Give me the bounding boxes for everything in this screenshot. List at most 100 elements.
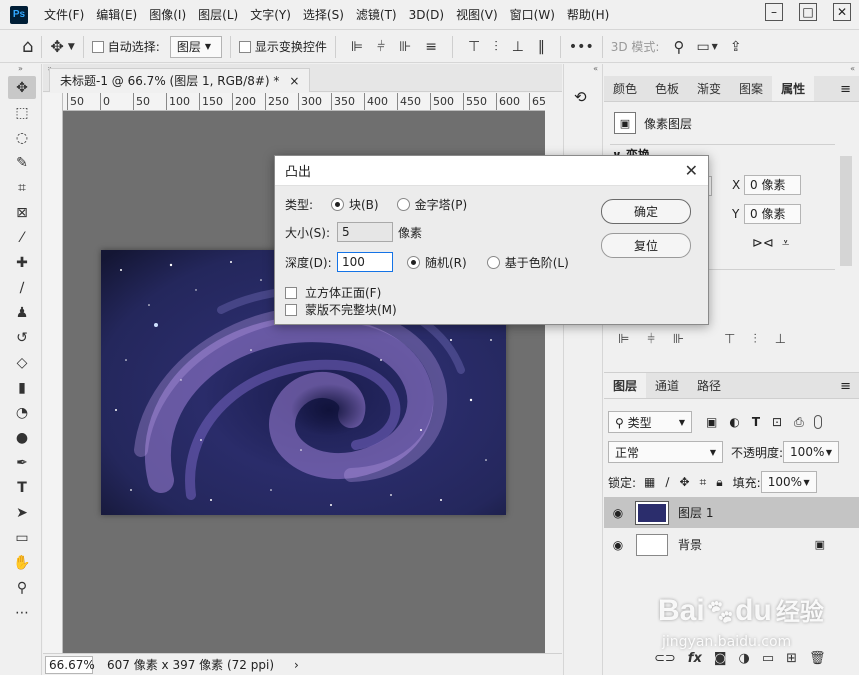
zoom-tool-icon[interactable]: ⚲	[8, 576, 36, 599]
panel-grip-icon[interactable]: «	[604, 64, 859, 76]
filter-type-icon[interactable]: T	[752, 415, 760, 429]
menu-select[interactable]: 选择(S)	[297, 0, 350, 30]
panel-menu-icon[interactable]: ≡	[840, 379, 851, 394]
hand-tool-icon[interactable]: ✋	[8, 551, 36, 574]
tab-properties[interactable]: 属性	[772, 76, 815, 101]
fill-field[interactable]: 100% ▼	[760, 471, 817, 493]
align-center-icon[interactable]: ⫩	[377, 39, 385, 55]
align-bottom-icon[interactable]: ⊥	[775, 332, 786, 347]
document-tab[interactable]: 未标题-1 @ 66.7% (图层 1, RGB/8#) * ×	[49, 68, 311, 92]
lock-position-icon[interactable]: ✥	[679, 475, 689, 489]
align-center-icon[interactable]: ⫩	[647, 332, 654, 347]
layer-filter-dropdown[interactable]: ⚲ 类型 ▼	[608, 411, 692, 433]
menu-3d[interactable]: 3D(D)	[403, 0, 450, 30]
menu-view[interactable]: 视图(V)	[450, 0, 504, 30]
panel-menu-icon[interactable]: ≡	[840, 82, 851, 97]
align-right-icon[interactable]: ⊪	[673, 332, 684, 347]
depth-random-radio[interactable]	[407, 255, 420, 269]
history-brush-icon[interactable]: ↺	[8, 326, 36, 349]
type-block-radio[interactable]	[331, 198, 344, 211]
tab-color[interactable]: 颜色	[604, 76, 646, 101]
visibility-eye-icon[interactable]: ◉	[604, 506, 632, 520]
menu-type[interactable]: 文字(Y)	[244, 0, 297, 30]
menu-file[interactable]: 文件(F)	[38, 0, 90, 30]
y-position-field[interactable]: 0 像素	[744, 204, 801, 224]
move-tool-icon[interactable]: ✥	[8, 76, 36, 99]
tab-layers[interactable]: 图层	[604, 373, 647, 398]
rectangle-tool-icon[interactable]: ▭	[8, 526, 36, 549]
menu-help[interactable]: 帮助(H)	[561, 0, 615, 30]
chevron-down-icon[interactable]: ▼	[68, 42, 75, 52]
reset-button[interactable]: 复位	[601, 233, 691, 258]
eraser-tool-icon[interactable]: ◇	[8, 351, 36, 374]
eyedropper-tool-icon[interactable]: ⁄	[8, 226, 36, 249]
flip-horizontal-icon[interactable]: ⊳⊲	[752, 236, 774, 251]
mask-incomplete-checkbox[interactable]	[285, 303, 297, 316]
visibility-eye-icon[interactable]: ◉	[604, 538, 632, 552]
filter-toggle[interactable]	[813, 415, 822, 429]
zoom-level-field[interactable]: 66.67%	[45, 655, 95, 674]
align-left-icon[interactable]: ⊫	[351, 39, 363, 55]
type-pyramid-radio[interactable]	[396, 198, 410, 211]
menu-image[interactable]: 图像(I)	[143, 0, 192, 30]
blur-tool-icon[interactable]: ◔	[8, 401, 36, 424]
healing-brush-icon[interactable]: ✚	[8, 251, 36, 274]
path-select-icon[interactable]: ➤	[8, 501, 36, 524]
lock-paint-icon[interactable]: ∕	[665, 475, 669, 489]
lock-artboard-icon[interactable]: ⌗	[700, 475, 707, 490]
distribute-icon[interactable]: ≡	[425, 39, 437, 55]
history-panel-icon[interactable]: ⟲	[574, 88, 602, 106]
align-right-icon[interactable]: ⊪	[399, 39, 411, 55]
more-tools-icon[interactable]: ⋯	[8, 601, 36, 624]
more-options-icon[interactable]: •••	[569, 39, 594, 55]
menu-window[interactable]: 窗口(W)	[504, 0, 561, 30]
close-window-button[interactable]: ✕	[825, 0, 859, 24]
x-position-field[interactable]: 0 像素	[744, 175, 801, 195]
gradient-tool-icon[interactable]: ▮	[8, 376, 36, 399]
depth-input[interactable]: 100	[337, 252, 393, 272]
properties-scrollbar[interactable]	[840, 156, 852, 266]
align-left-icon[interactable]: ⊫	[618, 332, 629, 347]
chevron-down-icon[interactable]: ▼	[712, 42, 718, 51]
search-icon[interactable]: ⚲	[673, 38, 684, 56]
lock-transparent-icon[interactable]: ▦	[644, 475, 655, 489]
tab-channels[interactable]: 通道	[646, 373, 688, 398]
show-transform-checkbox[interactable]	[238, 40, 251, 53]
filter-pixel-icon[interactable]: ▣	[706, 415, 717, 429]
tab-swatches[interactable]: 色板	[646, 76, 688, 101]
panel-grip-icon[interactable]: «	[564, 64, 602, 76]
marquee-tool-icon[interactable]: ⬚	[8, 101, 36, 124]
layer-row-layer1[interactable]: ◉ 图层 1	[604, 497, 859, 528]
auto-select-checkbox[interactable]	[91, 40, 104, 53]
lasso-tool-icon[interactable]: ◌	[8, 126, 36, 149]
menu-filter[interactable]: 滤镜(T)	[350, 0, 403, 30]
dodge-tool-icon[interactable]: ●	[8, 426, 36, 449]
close-icon[interactable]: ✕	[685, 161, 698, 180]
close-tab-icon[interactable]: ×	[289, 74, 299, 88]
share-icon[interactable]: ⇪	[730, 39, 742, 55]
opacity-field[interactable]: 100% ▼	[783, 441, 840, 463]
align-middle-icon[interactable]: ⫶	[753, 332, 756, 347]
tab-patterns[interactable]: 图案	[730, 76, 772, 101]
filter-smart-object-icon[interactable]: ⎙	[794, 415, 804, 430]
type-tool-icon[interactable]: T	[8, 476, 36, 499]
depth-level-radio[interactable]	[486, 255, 500, 269]
filter-adjustment-icon[interactable]: ◐	[729, 415, 739, 429]
crop-tool-icon[interactable]: ⌗	[8, 176, 36, 199]
workspace-icon[interactable]: ▭	[696, 39, 709, 55]
distribute-v-icon[interactable]: ‖	[538, 39, 545, 55]
lock-all-icon[interactable]: 🔒︎	[716, 475, 722, 490]
tab-gradients[interactable]: 渐变	[688, 76, 730, 101]
size-input[interactable]: 5	[337, 222, 393, 242]
auto-select-dropdown[interactable]: 图层 ▼	[169, 35, 222, 58]
blend-mode-dropdown[interactable]: 正常 ▼	[608, 441, 723, 463]
tab-paths[interactable]: 路径	[688, 373, 730, 398]
brush-tool-icon[interactable]: ∕	[8, 276, 36, 299]
layer-row-background[interactable]: ◉ 背景 ▣	[604, 529, 859, 560]
quick-select-tool-icon[interactable]: ✎	[8, 151, 36, 174]
home-icon[interactable]: ⌂	[22, 36, 33, 57]
pen-tool-icon[interactable]: ✒	[8, 451, 36, 474]
solid-front-checkbox[interactable]	[285, 286, 297, 299]
move-tool-icon[interactable]: ✥	[50, 37, 63, 56]
align-bottom-icon[interactable]: ⊥	[512, 39, 524, 55]
